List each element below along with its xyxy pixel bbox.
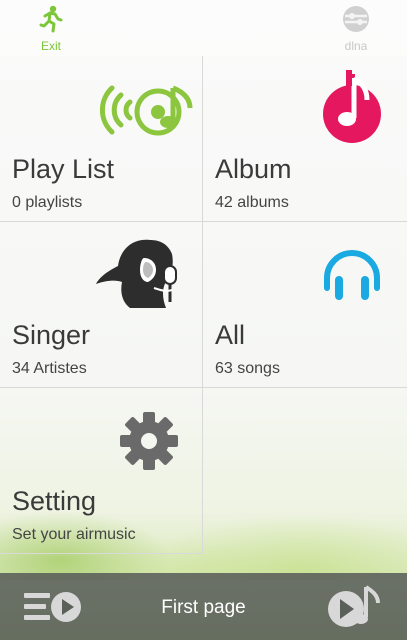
tile-all-title: All	[215, 320, 246, 350]
headphones-icon	[324, 250, 380, 300]
tile-singer-subtitle: 34 Artistes	[12, 360, 87, 377]
tile-playlist-subtitle: 0 playlists	[12, 194, 83, 211]
now-playing-icon[interactable]	[326, 583, 382, 631]
exit-label: Exit	[40, 39, 61, 53]
tile-all-subtitle: 63 songs	[215, 360, 280, 377]
gear-icon	[120, 412, 178, 470]
tile-album-subtitle: 42 albums	[215, 194, 289, 211]
tile-singer[interactable]: Singer 34 Artistes	[0, 222, 203, 388]
tile-all[interactable]: All 63 songs	[203, 222, 407, 388]
exit-button[interactable]: Exit	[21, 0, 81, 56]
tile-album[interactable]: Album 42 albums	[203, 56, 407, 222]
tile-setting[interactable]: Setting Set your airmusic	[0, 388, 203, 554]
tile-singer-title: Singer	[12, 320, 91, 350]
tile-empty	[203, 388, 407, 554]
top-bar: Exit dlna	[0, 0, 407, 56]
tile-setting-title: Setting	[12, 486, 97, 516]
category-grid: Play List 0 playlists Album 42 albums Si…	[0, 56, 407, 556]
bottom-bar: First page	[0, 573, 407, 640]
tile-setting-subtitle: Set your airmusic	[12, 526, 136, 543]
tile-playlist[interactable]: Play List 0 playlists	[0, 56, 203, 222]
playlist-broadcast-icon	[99, 85, 193, 136]
music-note-icon	[323, 70, 381, 143]
running-man-icon	[39, 5, 63, 33]
dlna-button[interactable]: dlna	[326, 0, 386, 56]
dlna-icon	[343, 6, 369, 32]
dlna-label: dlna	[344, 39, 368, 53]
tile-playlist-title: Play List	[12, 154, 115, 184]
singer-silhouette-icon	[96, 239, 177, 308]
tile-album-title: Album	[215, 154, 292, 184]
